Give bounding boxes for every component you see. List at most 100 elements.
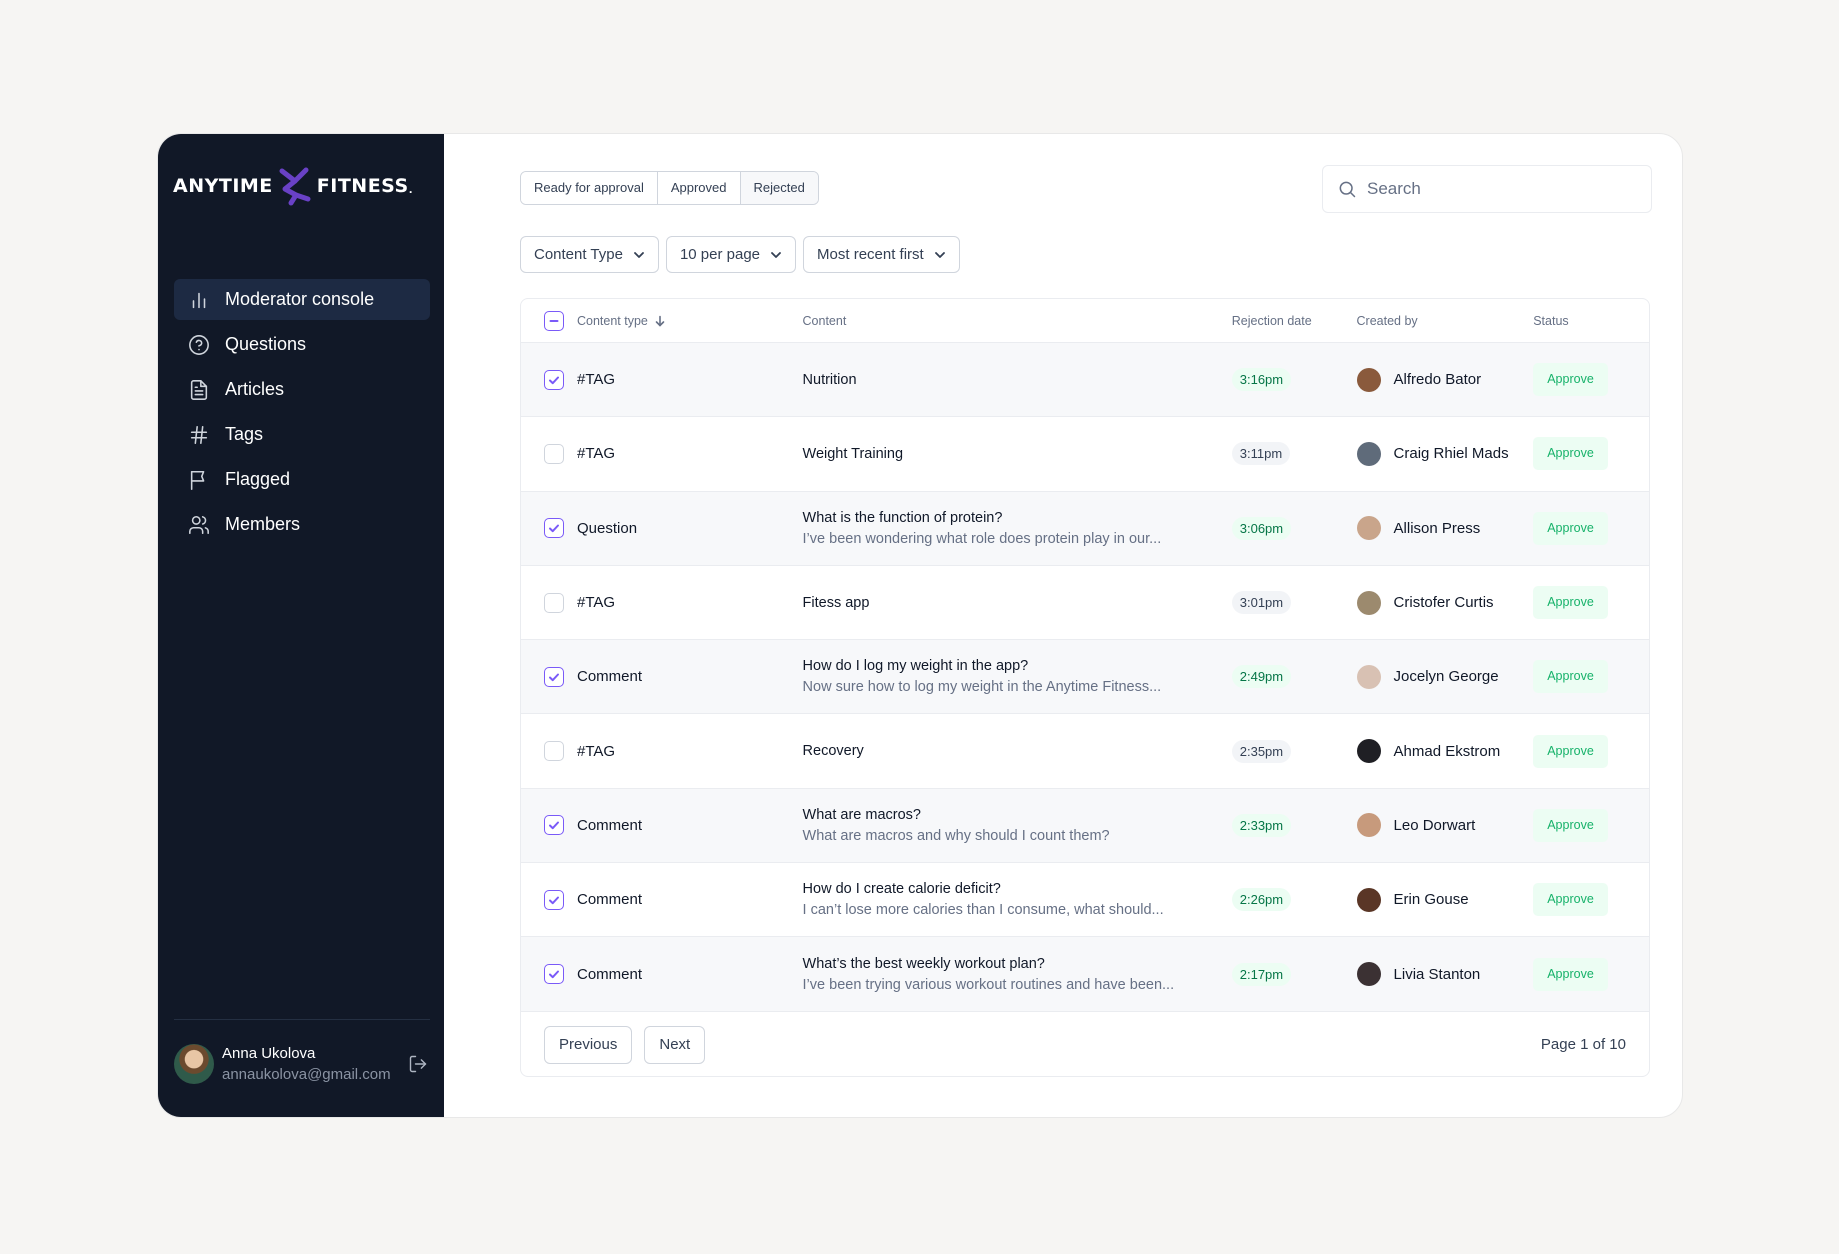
previous-button[interactable]: Previous bbox=[544, 1025, 633, 1064]
content-type-cell: #TAG bbox=[577, 371, 616, 389]
creator-name: Leo Dorwart bbox=[1393, 816, 1476, 834]
content-title: Weight Training bbox=[802, 445, 904, 462]
sidebar-item-members[interactable]: Members bbox=[174, 504, 430, 545]
content-type-cell: #TAG bbox=[577, 445, 616, 463]
content-type-dropdown[interactable]: Content Type bbox=[520, 236, 659, 273]
content-cell[interactable]: Nutrition bbox=[803, 372, 1232, 388]
brand-logo[interactable]: ANYTIME FITNESS . bbox=[173, 164, 433, 208]
avatar bbox=[1356, 813, 1381, 838]
logout-button[interactable] bbox=[408, 1054, 430, 1076]
status-tabs: Ready for approval Approved Rejected bbox=[520, 171, 819, 205]
table-row: Comment What are macros? What are macros a… bbox=[521, 788, 1649, 864]
column-header-status: Status bbox=[1533, 313, 1569, 328]
content-preview: I can’t lose more calories than I consum… bbox=[802, 902, 1164, 919]
tab-approved[interactable]: Approved bbox=[657, 172, 741, 204]
dropdown-label: 10 per page bbox=[679, 246, 761, 263]
creator-name: Craig Rhiel Mads bbox=[1393, 445, 1509, 463]
content-cell[interactable]: What are macros? What are macros and why … bbox=[803, 807, 1232, 844]
sort-dropdown[interactable]: Most recent first bbox=[803, 236, 960, 273]
content-cell[interactable]: Fitess app bbox=[803, 595, 1232, 611]
row-checkbox[interactable] bbox=[544, 592, 564, 613]
content-cell[interactable]: How do I log my weight in the app? Now su… bbox=[803, 658, 1232, 695]
sort-content-type[interactable]: Content type bbox=[577, 314, 666, 328]
rejection-time-badge: 2:26pm bbox=[1231, 888, 1292, 912]
table-row: #TAG Weight Training 3:11pm Craig Rhiel Mad… bbox=[521, 417, 1649, 492]
approve-button[interactable]: Approve bbox=[1533, 586, 1608, 620]
search-icon bbox=[1339, 181, 1356, 198]
tab-ready-for-approval[interactable]: Ready for approval bbox=[521, 172, 658, 204]
content-preview: I’ve been wondering what role does prote… bbox=[802, 530, 1162, 547]
sidebar-item-tags[interactable]: Tags bbox=[174, 414, 430, 455]
approve-button[interactable]: Approve bbox=[1533, 511, 1608, 545]
content-cell[interactable]: What is the function of protein? I’ve bee… bbox=[803, 510, 1232, 547]
users-icon bbox=[187, 513, 211, 537]
content-title: What are macros? bbox=[802, 806, 921, 823]
content-title: What’s the best weekly workout plan? bbox=[802, 955, 1045, 972]
row-checkbox[interactable] bbox=[544, 889, 564, 910]
sidebar: ANYTIME FITNESS . Moderator console Ques… bbox=[158, 134, 444, 1117]
running-man-logo-icon bbox=[279, 167, 311, 206]
sidebar-item-flagged[interactable]: Flagged bbox=[174, 459, 430, 500]
creator-name: Jocelyn George bbox=[1393, 668, 1499, 686]
next-button[interactable]: Next bbox=[644, 1025, 706, 1064]
filter-bar: Content Type 10 per page Most recent fir… bbox=[520, 236, 960, 273]
table-row: #TAG Fitess app 3:01pm Cristofer Curtis Appr… bbox=[521, 566, 1649, 641]
content-cell[interactable]: What’s the best weekly workout plan? I’ve… bbox=[803, 956, 1232, 993]
row-checkbox[interactable] bbox=[544, 443, 564, 464]
approve-button[interactable]: Approve bbox=[1533, 363, 1608, 397]
bar-chart-icon bbox=[187, 288, 211, 312]
approve-button[interactable]: Approve bbox=[1533, 660, 1608, 694]
column-header-rejection-date: Rejection date bbox=[1231, 313, 1312, 328]
approve-button[interactable]: Approve bbox=[1533, 883, 1608, 917]
tab-rejected[interactable]: Rejected bbox=[740, 172, 818, 204]
approve-button[interactable]: Approve bbox=[1533, 957, 1608, 991]
content-title: How do I log my weight in the app? bbox=[802, 658, 1029, 675]
table-row: Comment How do I create calorie deficit? I… bbox=[521, 863, 1649, 938]
sidebar-item-label: Flagged bbox=[225, 469, 291, 489]
approve-button[interactable]: Approve bbox=[1533, 734, 1608, 768]
sidebar-item-moderator-console[interactable]: Moderator console bbox=[174, 279, 430, 320]
sidebar-item-label: Articles bbox=[225, 379, 285, 399]
sidebar-item-questions[interactable]: Questions bbox=[174, 324, 430, 365]
content-type-cell: Comment bbox=[577, 816, 643, 834]
content-type-cell: Question bbox=[577, 519, 638, 537]
chevron-down-icon bbox=[771, 251, 781, 258]
user-email: annaukolova@gmail.com bbox=[222, 1066, 391, 1083]
content-cell[interactable]: Weight Training bbox=[803, 446, 1232, 462]
dropdown-label: Most recent first bbox=[817, 246, 924, 263]
per-page-dropdown[interactable]: 10 per page bbox=[665, 236, 797, 273]
content-cell[interactable]: How do I create calorie deficit? I can’t … bbox=[803, 881, 1232, 918]
row-checkbox[interactable] bbox=[544, 741, 564, 762]
main-content: Ready for approval Approved Rejected Con… bbox=[444, 134, 1682, 1117]
row-checkbox[interactable] bbox=[544, 666, 564, 687]
search-input[interactable] bbox=[1367, 179, 1627, 199]
creator-name: Erin Gouse bbox=[1393, 891, 1469, 909]
row-checkbox[interactable] bbox=[544, 815, 564, 836]
table-row: Comment What’s the best weekly workout pl… bbox=[521, 937, 1649, 1012]
content-title: Fitess app bbox=[802, 594, 870, 611]
approve-button[interactable]: Approve bbox=[1533, 808, 1608, 842]
table-header: Content type Content Rejection date Crea… bbox=[521, 299, 1649, 343]
content-title: How do I create calorie deficit? bbox=[802, 881, 1001, 898]
avatar bbox=[1356, 739, 1381, 764]
column-header-created-by: Created by bbox=[1356, 313, 1418, 328]
row-checkbox[interactable] bbox=[544, 964, 564, 985]
creator-name: Ahmad Ekstrom bbox=[1393, 742, 1501, 760]
rejection-time-badge: 2:49pm bbox=[1231, 665, 1292, 689]
pagination: Previous Next Page 1 of 10 bbox=[521, 1012, 1649, 1076]
select-all-checkbox[interactable] bbox=[544, 310, 564, 331]
chevron-down-icon bbox=[934, 251, 945, 258]
row-checkbox[interactable] bbox=[544, 369, 564, 390]
approve-button[interactable]: Approve bbox=[1533, 437, 1608, 471]
content-type-cell: Comment bbox=[577, 891, 643, 909]
avatar[interactable] bbox=[174, 1044, 214, 1084]
creator-name: Allison Press bbox=[1393, 519, 1481, 537]
log-out-icon bbox=[409, 1055, 427, 1073]
logo-trademark: . bbox=[408, 185, 413, 196]
sidebar-item-articles[interactable]: Articles bbox=[174, 369, 430, 410]
table-body: #TAG Nutrition 3:16pm Alfredo Bator Approve #… bbox=[521, 343, 1649, 1012]
content-cell[interactable]: Recovery bbox=[803, 743, 1232, 759]
row-checkbox[interactable] bbox=[544, 518, 564, 539]
logo-right-word: FITNESS bbox=[316, 175, 409, 197]
column-header-content: Content bbox=[802, 313, 847, 328]
